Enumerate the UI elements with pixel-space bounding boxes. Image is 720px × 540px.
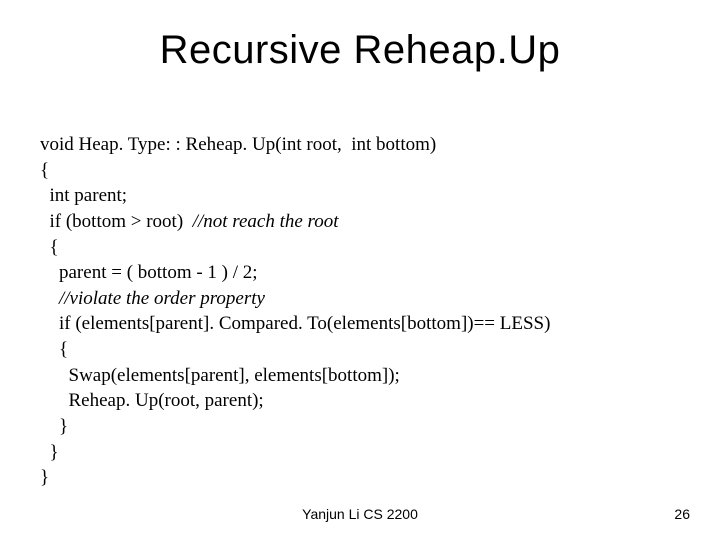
code-line: Swap(elements[parent], elements[bottom])… bbox=[40, 365, 400, 386]
slide-title: Recursive Reheap.Up bbox=[0, 28, 720, 73]
slide: Recursive Reheap.Up void Heap. Type: : R… bbox=[0, 0, 720, 540]
code-line: int parent; bbox=[40, 185, 127, 206]
slide-number: 26 bbox=[674, 506, 690, 522]
code-line: { bbox=[40, 160, 49, 181]
code-line: } bbox=[40, 416, 68, 437]
code-line: if (bottom > root) bbox=[40, 211, 193, 232]
code-line: { bbox=[40, 339, 68, 360]
code-line: if (elements[parent]. Compared. To(eleme… bbox=[40, 313, 550, 334]
code-line: { bbox=[40, 237, 59, 258]
footer-author: Yanjun Li CS 2200 bbox=[0, 506, 720, 522]
code-line: } bbox=[40, 442, 59, 463]
code-line: } bbox=[40, 467, 49, 488]
code-line: parent = ( bottom - 1 ) / 2; bbox=[40, 262, 258, 283]
code-line: Reheap. Up(root, parent); bbox=[40, 390, 264, 411]
code-comment: //not reach the root bbox=[193, 211, 339, 232]
code-line: void Heap. Type: : Reheap. Up(int root, … bbox=[40, 134, 436, 155]
code-comment: //violate the order property bbox=[40, 288, 265, 309]
code-block: void Heap. Type: : Reheap. Up(int root, … bbox=[40, 132, 680, 491]
